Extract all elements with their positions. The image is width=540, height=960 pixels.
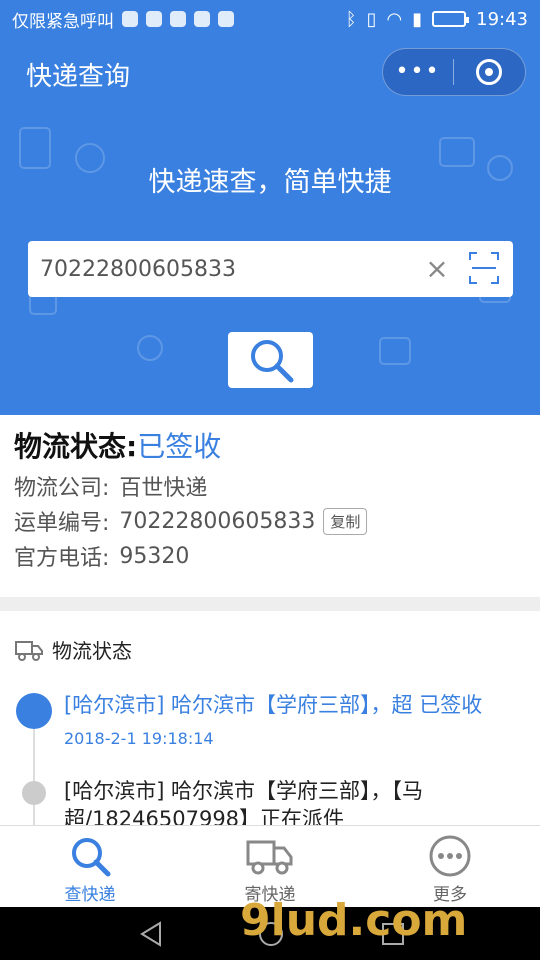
tracking-header: 物流状态 bbox=[14, 635, 132, 664]
search-button[interactable] bbox=[228, 332, 313, 388]
copy-button[interactable]: 复制 bbox=[323, 507, 368, 535]
event-text: [哈尔滨市] 哈尔滨市【学府三部】，【马超/18246507998】正在派件 bbox=[64, 779, 424, 825]
phone-row: 官方电话: 95320 bbox=[14, 540, 189, 572]
hero-section: 快递查询 ••• 快递速查，简单快捷 × bbox=[0, 38, 540, 415]
app-notification-icon bbox=[122, 11, 138, 27]
back-icon[interactable] bbox=[136, 919, 166, 949]
clear-input-button[interactable]: × bbox=[420, 251, 454, 287]
delivery-status: 物流状态:已签收 bbox=[14, 425, 221, 465]
timeline-dot bbox=[22, 781, 46, 805]
tracking-heading: 物流状态 bbox=[52, 639, 132, 663]
battery-icon bbox=[432, 11, 470, 27]
waybill-row: 运单编号: 70222800605833 复制 bbox=[14, 505, 368, 537]
status-bar: 仅限紧急呼叫 ᛒ ▯ ◠ ▮ 19:43 bbox=[0, 0, 540, 38]
phone-label: 官方电话: bbox=[14, 546, 110, 571]
tab-query[interactable]: 查快递 bbox=[0, 826, 180, 907]
more-icon bbox=[429, 835, 471, 877]
tracking-section: 物流状态 [哈尔滨市] 哈尔滨市【学府三部】，超 已签收 2018-2-1 19… bbox=[0, 611, 540, 825]
title-bar: 快递查询 ••• bbox=[0, 38, 540, 108]
search-box: × bbox=[28, 241, 513, 297]
event-text: [哈尔滨市] 哈尔滨市【学府三部】，超 已签收 bbox=[64, 693, 483, 717]
target-icon bbox=[476, 59, 502, 85]
app-notification-icon bbox=[218, 11, 234, 27]
phone-value[interactable]: 95320 bbox=[119, 544, 189, 569]
status-label: 物流状态: bbox=[14, 430, 138, 463]
company-row: 物流公司: 百世快递 bbox=[14, 470, 207, 502]
close-program-button[interactable] bbox=[454, 59, 524, 85]
page-title: 快递查询 bbox=[26, 62, 131, 92]
company-value: 百世快递 bbox=[119, 476, 208, 501]
app-notification-icon bbox=[194, 11, 210, 27]
sim-icon: ▮ bbox=[412, 8, 423, 30]
event-time: 2018-2-1 19:18:14 bbox=[64, 729, 214, 748]
more-menu-button[interactable]: ••• bbox=[383, 48, 453, 96]
app-notification-icon bbox=[170, 11, 186, 27]
app-notification-icon bbox=[146, 11, 162, 27]
search-icon bbox=[72, 838, 111, 877]
carrier-text: 仅限紧急呼叫 bbox=[12, 11, 114, 32]
waybill-label: 运单编号: bbox=[14, 511, 110, 536]
tab-label: 查快递 bbox=[64, 885, 116, 905]
section-divider bbox=[0, 597, 540, 611]
slogan-text: 快递速查，简单快捷 bbox=[148, 167, 392, 198]
truck-icon bbox=[15, 640, 43, 661]
status-value: 已签收 bbox=[137, 430, 222, 463]
result-panel: 物流状态:已签收 物流公司: 百世快递 运单编号: 70222800605833… bbox=[0, 415, 540, 597]
search-icon bbox=[250, 340, 293, 383]
mini-program-capsule: ••• bbox=[382, 48, 526, 96]
company-label: 物流公司: bbox=[14, 476, 110, 501]
scan-icon[interactable] bbox=[468, 251, 500, 285]
bluetooth-icon: ᛒ bbox=[345, 8, 357, 30]
clock-text: 19:43 bbox=[476, 8, 528, 30]
wifi-icon: ◠ bbox=[386, 8, 403, 30]
vibrate-icon: ▯ bbox=[366, 8, 377, 30]
timeline-dot-active bbox=[16, 693, 52, 729]
truck-icon bbox=[246, 840, 293, 875]
watermark-logo: 9lud.com bbox=[240, 895, 468, 946]
tracking-number-input[interactable] bbox=[40, 251, 410, 287]
waybill-value: 70222800605833 bbox=[119, 508, 316, 534]
